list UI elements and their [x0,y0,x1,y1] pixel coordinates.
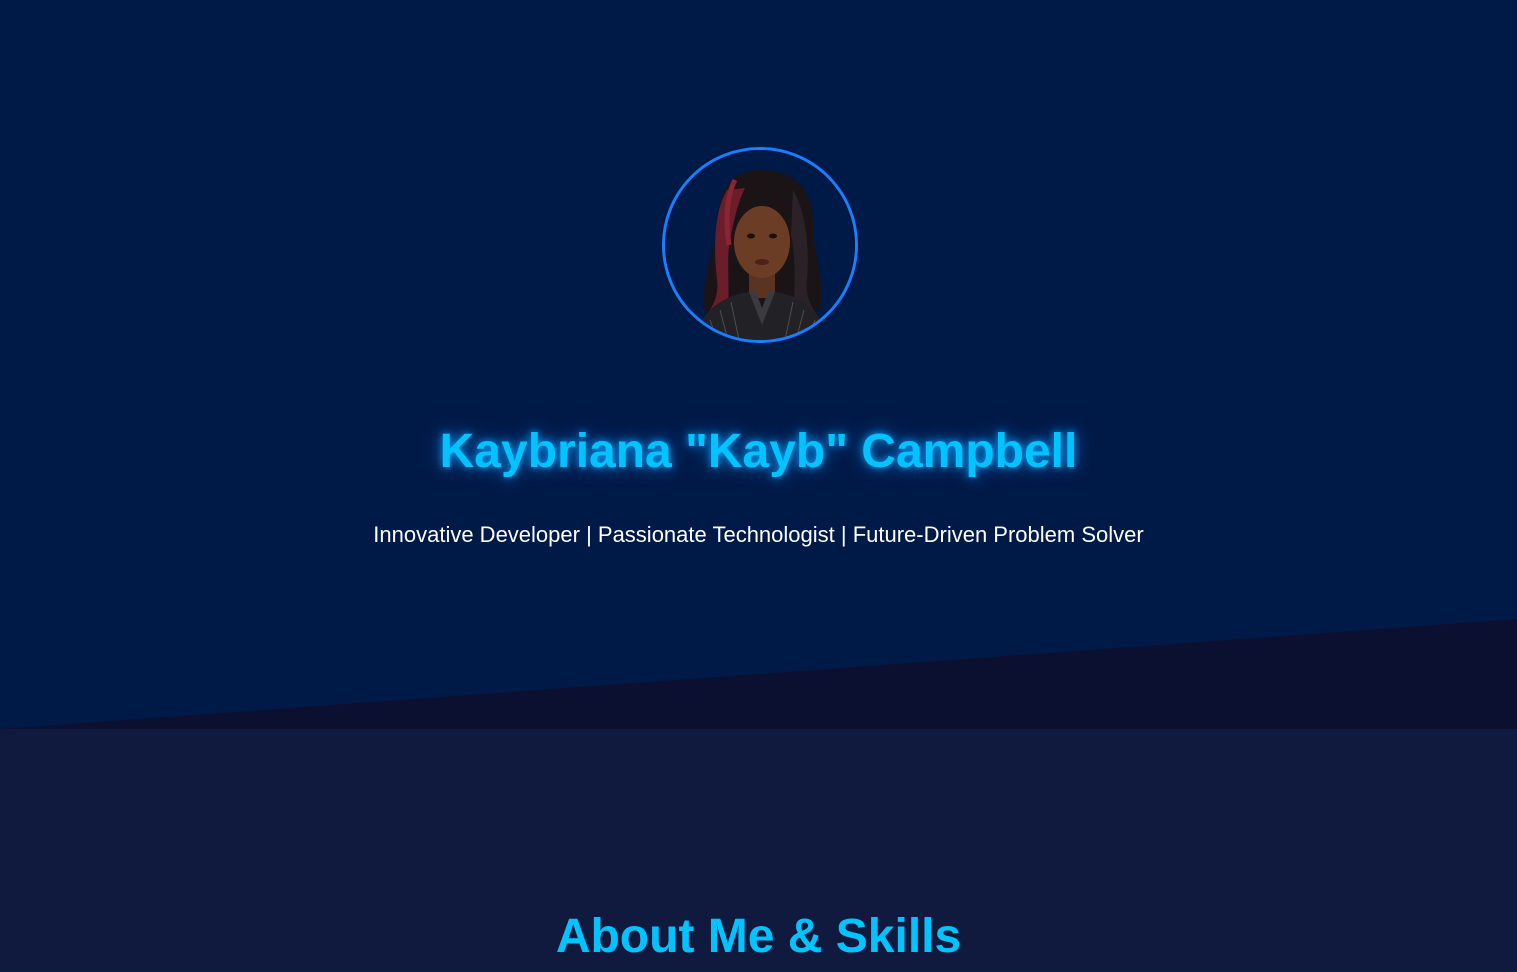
profile-avatar [662,147,858,343]
about-heading: About Me & Skills [555,910,962,963]
hero-slant-divider [0,619,1517,729]
hero-tagline: Innovative Developer | Passionate Techno… [373,522,1144,547]
profile-photo-illustration [665,150,855,340]
about-section: About Me & Skills [0,729,1517,972]
hero-section: Kaybriana "Kayb" Campbell Innovative Dev… [0,0,1517,729]
hero-name-heading: Kaybriana "Kayb" Campbell [439,425,1078,478]
